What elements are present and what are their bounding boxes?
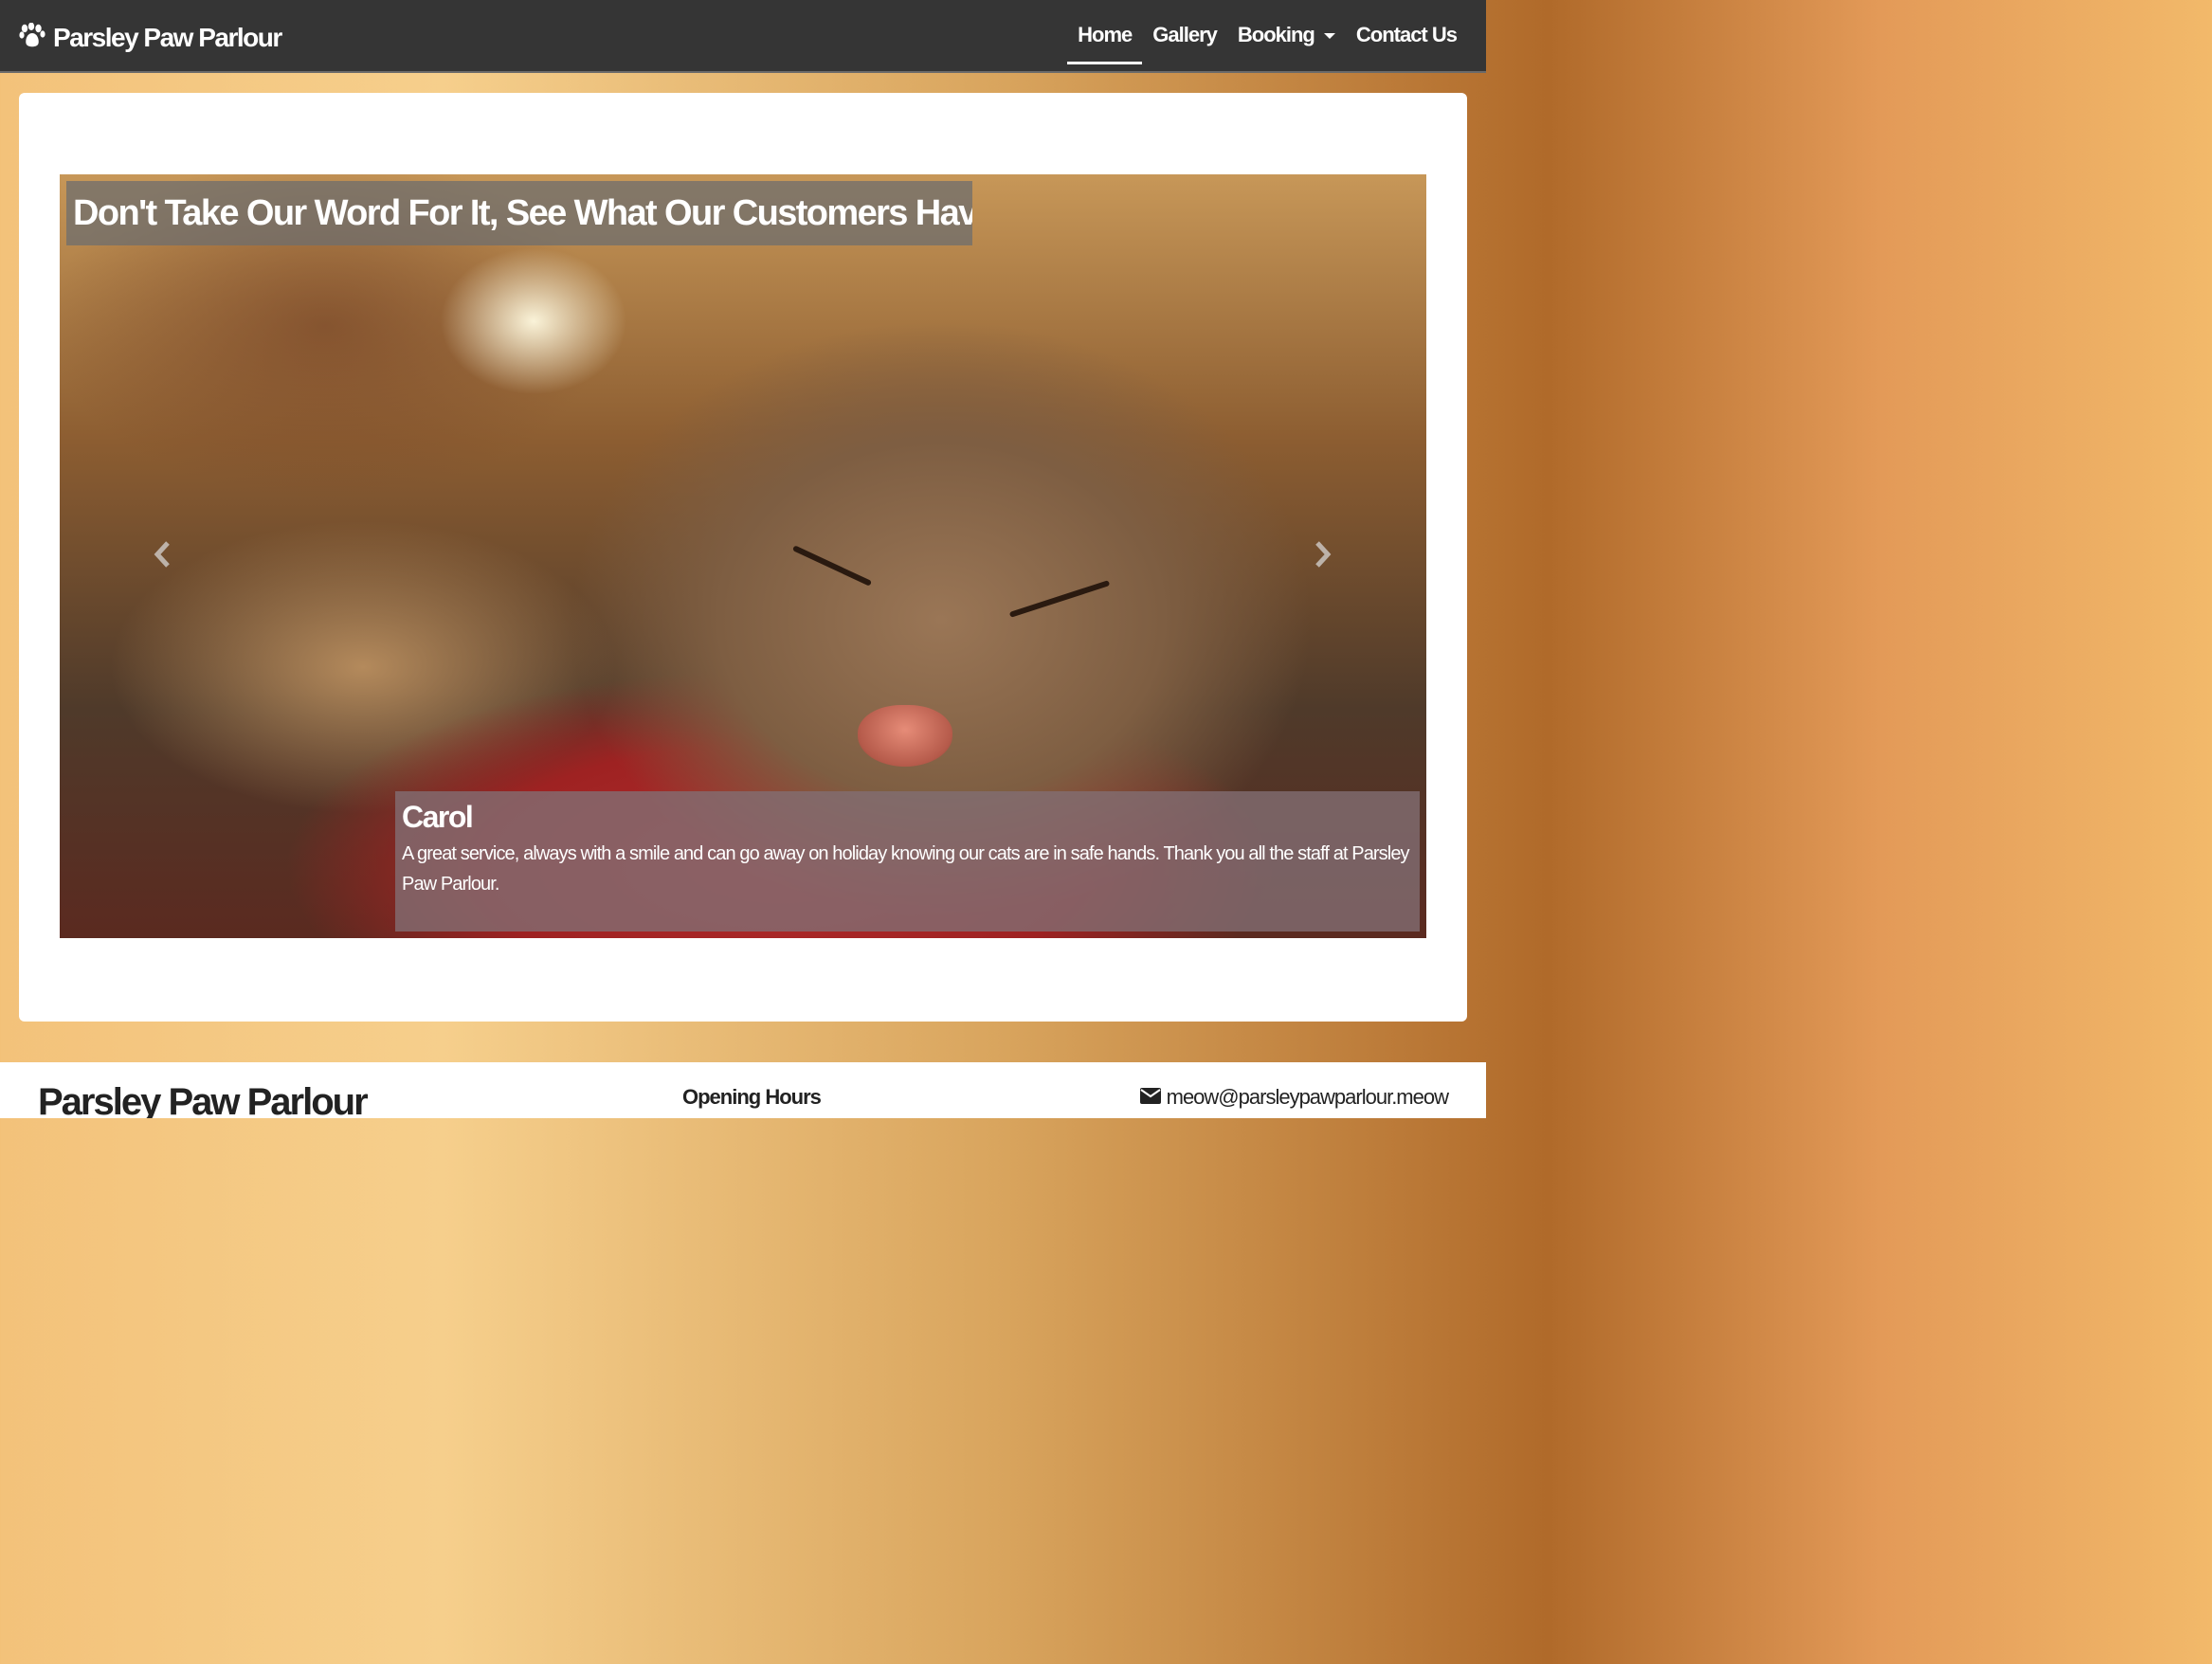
footer-brand: Parsley Paw Parlour	[38, 1081, 369, 1118]
chevron-left-icon	[152, 540, 172, 573]
testimonial-carousel: Don't Take Our Word For It, See What Our…	[60, 174, 1426, 938]
nav-gallery[interactable]: Gallery	[1142, 19, 1227, 57]
footer: Parsley Paw Parlour Opening Hours meow@p…	[0, 1062, 1486, 1118]
nav-home[interactable]: Home	[1067, 19, 1143, 64]
testimonial-text: A great service, always with a smile and…	[402, 843, 1410, 895]
chevron-down-icon	[1323, 33, 1335, 40]
testimonial-card: Don't Take Our Word For It, See What Our…	[19, 93, 1467, 1022]
chevron-right-icon	[1313, 540, 1333, 573]
envelope-icon	[1139, 1085, 1167, 1110]
footer-email: meow@parsleypawparlour.meow	[1166, 1085, 1449, 1109]
main-nav: Home Gallery Booking Contact Us	[1067, 19, 1467, 64]
brand-name: Parsley Paw Parlour	[53, 23, 282, 52]
carousel-heading: Don't Take Our Word For It, See What Our…	[66, 181, 972, 245]
footer-email-link[interactable]: meow@parsleypawparlour.meow	[1139, 1085, 1449, 1110]
opening-hours-heading: Opening Hours	[682, 1085, 822, 1109]
carousel-next-button[interactable]	[1304, 534, 1342, 578]
nav-booking-label: Booking	[1237, 23, 1315, 46]
carousel-prev-button[interactable]	[143, 534, 181, 578]
nav-contact[interactable]: Contact Us	[1346, 19, 1467, 57]
testimonial-caption: Carol A great service, always with a smi…	[395, 791, 1420, 931]
navbar: Parsley Paw Parlour Home Gallery Booking…	[0, 0, 1486, 73]
nav-booking[interactable]: Booking	[1227, 19, 1346, 57]
paw-icon	[19, 22, 53, 54]
testimonial-author: Carol	[402, 800, 474, 834]
brand-link[interactable]: Parsley Paw Parlour	[19, 21, 282, 55]
